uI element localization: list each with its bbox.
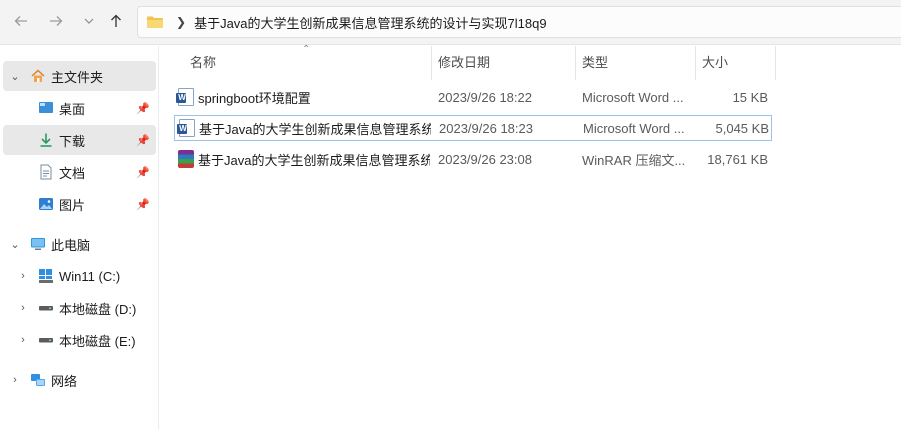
column-header-modified[interactable]: 修改日期	[432, 46, 576, 80]
file-size: 15 KB	[732, 89, 768, 105]
file-size: 18,761 KB	[707, 151, 768, 167]
file-type: Microsoft Word ...	[582, 89, 684, 105]
sidebar-item-label: Win11 (C:)	[59, 268, 121, 284]
file-name: 基于Java的大学生创新成果信息管理系统...	[199, 121, 431, 137]
sidebar-item-network[interactable]: › 网络	[3, 365, 156, 395]
chevron-right-icon[interactable]: ›	[17, 270, 29, 282]
sidebar-item-home[interactable]: ⌄ 主文件夹	[3, 61, 156, 91]
sidebar-item-drive-d[interactable]: › 本地磁盘 (D:)	[3, 293, 156, 323]
navigation-pane: ⌄ 主文件夹 桌面 📌 下载 📌 文档 📌 图片 📌 ⌄ 此电脑 › Win11…	[0, 46, 159, 429]
hard-drive-icon	[39, 338, 53, 343]
sidebar-item-pictures[interactable]: 图片 📌	[3, 189, 156, 219]
sidebar-item-drive-e[interactable]: › 本地磁盘 (E:)	[3, 325, 156, 355]
file-modified: 2023/9/26 18:22	[438, 89, 532, 105]
column-header-name[interactable]: 名称	[184, 46, 432, 80]
chevron-right-icon[interactable]: ›	[17, 334, 29, 346]
hard-drive-icon	[39, 306, 53, 311]
file-row[interactable]: 基于Java的大学生创新成果信息管理系统... 2023/9/26 18:23 …	[174, 115, 772, 141]
sidebar-item-label: 文档	[59, 165, 86, 181]
pictures-icon	[39, 198, 53, 210]
sidebar-item-this-pc[interactable]: ⌄ 此电脑	[3, 229, 156, 259]
arrow-up-icon	[111, 14, 121, 27]
file-list-pane: ⌃ 名称 修改日期 类型 大小 springboot环境配置 2023/9/26…	[160, 44, 901, 429]
pin-icon[interactable]: 📌	[136, 102, 150, 115]
sidebar-item-label: 本地磁盘 (E:)	[59, 333, 136, 349]
column-header-size[interactable]: 大小	[696, 46, 776, 80]
desktop-icon	[39, 102, 53, 113]
file-size: 5,045 KB	[715, 120, 770, 136]
sidebar-item-drive-c[interactable]: › Win11 (C:)	[3, 261, 156, 291]
file-name: 基于Java的大学生创新成果信息管理系统...	[198, 152, 430, 168]
chevron-down-icon	[84, 18, 94, 24]
chevron-right-icon[interactable]: ›	[9, 374, 21, 386]
chevron-right-icon[interactable]: ❯	[176, 15, 186, 29]
recent-locations-button[interactable]	[76, 8, 102, 34]
pin-icon[interactable]: 📌	[136, 166, 150, 179]
address-path[interactable]: 基于Java的大学生创新成果信息管理系统的设计与实现7l18q9	[194, 13, 547, 32]
column-header-type[interactable]: 类型	[576, 46, 696, 80]
sidebar-item-documents[interactable]: 文档 📌	[3, 157, 156, 187]
arrow-right-icon	[50, 16, 63, 26]
word-doc-icon	[177, 119, 195, 137]
file-row[interactable]: springboot环境配置 2023/9/26 18:22 Microsoft…	[174, 84, 772, 110]
arrow-left-icon	[14, 16, 27, 26]
up-button[interactable]	[103, 8, 129, 34]
file-row[interactable]: 基于Java的大学生创新成果信息管理系统... 2023/9/26 23:08 …	[174, 146, 772, 172]
address-bar[interactable]: ❯ 基于Java的大学生创新成果信息管理系统的设计与实现7l18q9	[137, 6, 901, 38]
network-icon	[31, 374, 45, 386]
chevron-right-icon[interactable]: ›	[17, 302, 29, 314]
chevron-down-icon[interactable]: ⌄	[9, 238, 21, 251]
forward-button[interactable]	[43, 8, 69, 34]
sidebar-item-label: 本地磁盘 (D:)	[59, 301, 137, 317]
folder-icon	[147, 16, 163, 28]
pin-icon[interactable]: 📌	[136, 198, 150, 211]
file-modified: 2023/9/26 18:23	[439, 120, 533, 136]
document-icon	[40, 164, 52, 180]
pin-icon[interactable]: 📌	[136, 134, 150, 147]
windows-drive-icon	[39, 269, 53, 283]
word-doc-icon	[176, 88, 194, 106]
file-modified: 2023/9/26 23:08	[438, 151, 532, 167]
file-name: springboot环境配置	[198, 90, 311, 106]
winrar-archive-icon	[178, 150, 194, 168]
file-type: Microsoft Word ...	[583, 120, 685, 136]
sidebar-item-label: 图片	[59, 197, 86, 213]
sidebar-item-label: 此电脑	[51, 237, 91, 253]
sidebar-item-downloads[interactable]: 下载 📌	[3, 125, 156, 155]
sidebar-item-desktop[interactable]: 桌面 📌	[3, 93, 156, 123]
sidebar-item-label: 网络	[51, 373, 78, 389]
download-icon	[40, 133, 52, 147]
home-icon	[31, 69, 45, 82]
sidebar-item-label: 下载	[59, 133, 86, 149]
file-type: WinRAR 压缩文...	[582, 152, 686, 168]
chevron-down-icon[interactable]: ⌄	[9, 70, 21, 83]
address-toolbar: ❯ 基于Java的大学生创新成果信息管理系统的设计与实现7l18q9	[0, 0, 901, 45]
back-button[interactable]	[8, 8, 34, 34]
computer-icon	[31, 238, 45, 250]
column-header-row: ⌃ 名称 修改日期 类型 大小	[160, 44, 776, 80]
sidebar-item-label: 主文件夹	[51, 69, 104, 85]
sidebar-item-label: 桌面	[59, 101, 86, 117]
